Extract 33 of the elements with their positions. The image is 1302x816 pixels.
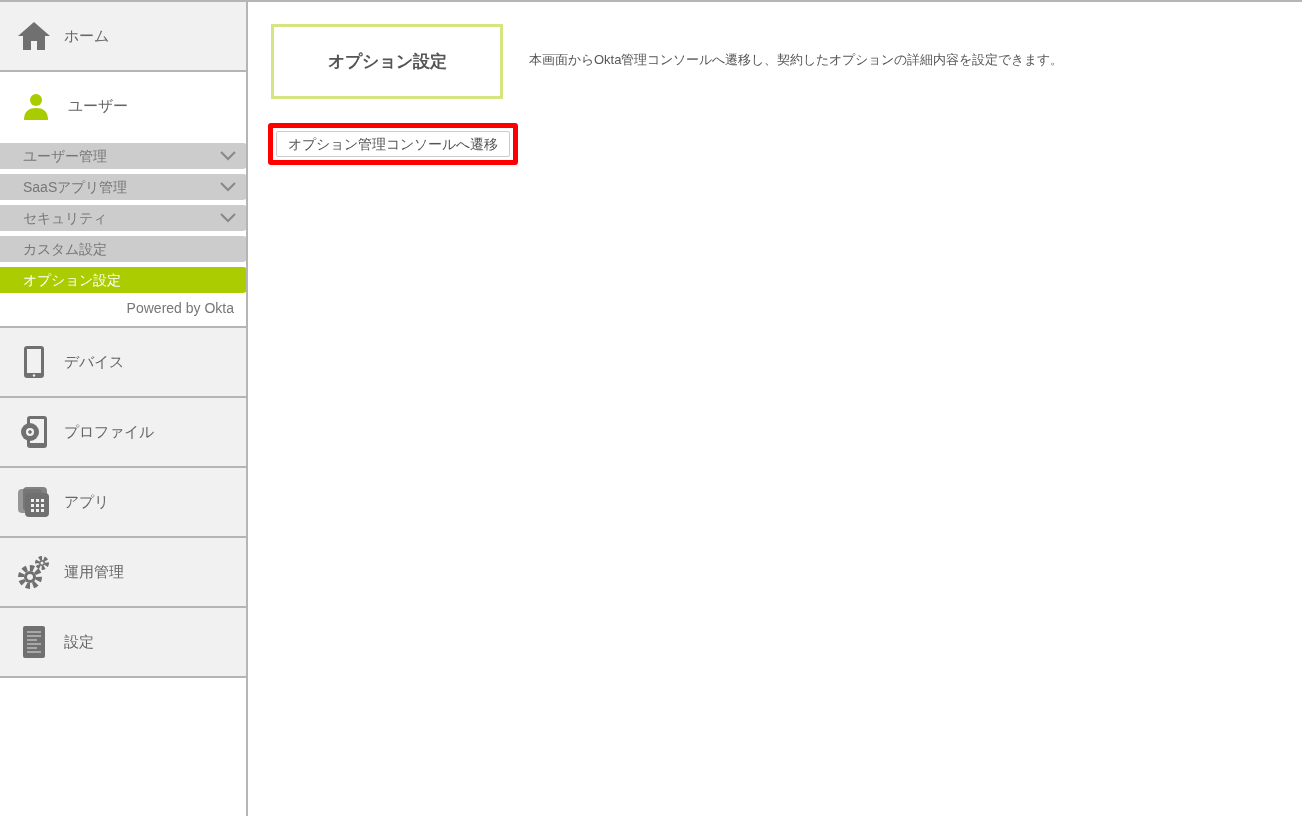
smartphone-icon xyxy=(23,345,45,379)
submenu-label: セキュリティ xyxy=(23,208,107,228)
nav-item[interactable]: ホーム xyxy=(0,2,248,72)
submenu-item[interactable]: カスタム設定 xyxy=(0,236,248,262)
nav-label: ユーザー xyxy=(68,96,128,117)
phone-gear-icon xyxy=(19,415,49,449)
submenu-item[interactable]: SaaSアプリ管理 xyxy=(0,174,248,200)
nav-label: プロファイル xyxy=(64,421,154,442)
nav-label: 設定 xyxy=(64,631,94,652)
nav-item[interactable]: 運用管理 xyxy=(0,538,248,608)
nav-item[interactable]: アプリ xyxy=(0,468,248,538)
nav-label: デバイス xyxy=(64,351,124,372)
page-description: 本画面からOkta管理コンソールへ遷移し、契約したオプションの詳細内容を設定できます。 xyxy=(529,50,1064,69)
nav-label: アプリ xyxy=(64,491,109,512)
console-button[interactable]: オプション管理コンソールへ遷移 xyxy=(276,131,510,157)
submenu-label: SaaSアプリ管理 xyxy=(23,177,128,197)
nav-label: ホーム xyxy=(64,25,109,46)
submenu-label: ユーザー管理 xyxy=(23,146,107,166)
submenu-item[interactable]: ユーザー管理 xyxy=(0,143,248,169)
nav-item[interactable]: デバイス xyxy=(0,328,248,398)
document-icon xyxy=(22,625,46,659)
person-icon xyxy=(23,92,49,121)
nav-label: 運用管理 xyxy=(64,561,124,582)
gears-icon xyxy=(18,555,50,589)
nav-item[interactable]: 設定 xyxy=(0,608,248,678)
page-title: オプション設定 xyxy=(271,24,503,99)
nav-item[interactable]: プロファイル xyxy=(0,398,248,468)
submenu-label: オプション設定 xyxy=(23,270,121,290)
home-icon xyxy=(17,21,51,51)
submenu-label: カスタム設定 xyxy=(23,239,107,259)
submenu-item[interactable]: セキュリティ xyxy=(0,205,248,231)
app-stack-icon xyxy=(17,486,51,518)
powered-by-text: Powered by Okta xyxy=(126,300,234,316)
